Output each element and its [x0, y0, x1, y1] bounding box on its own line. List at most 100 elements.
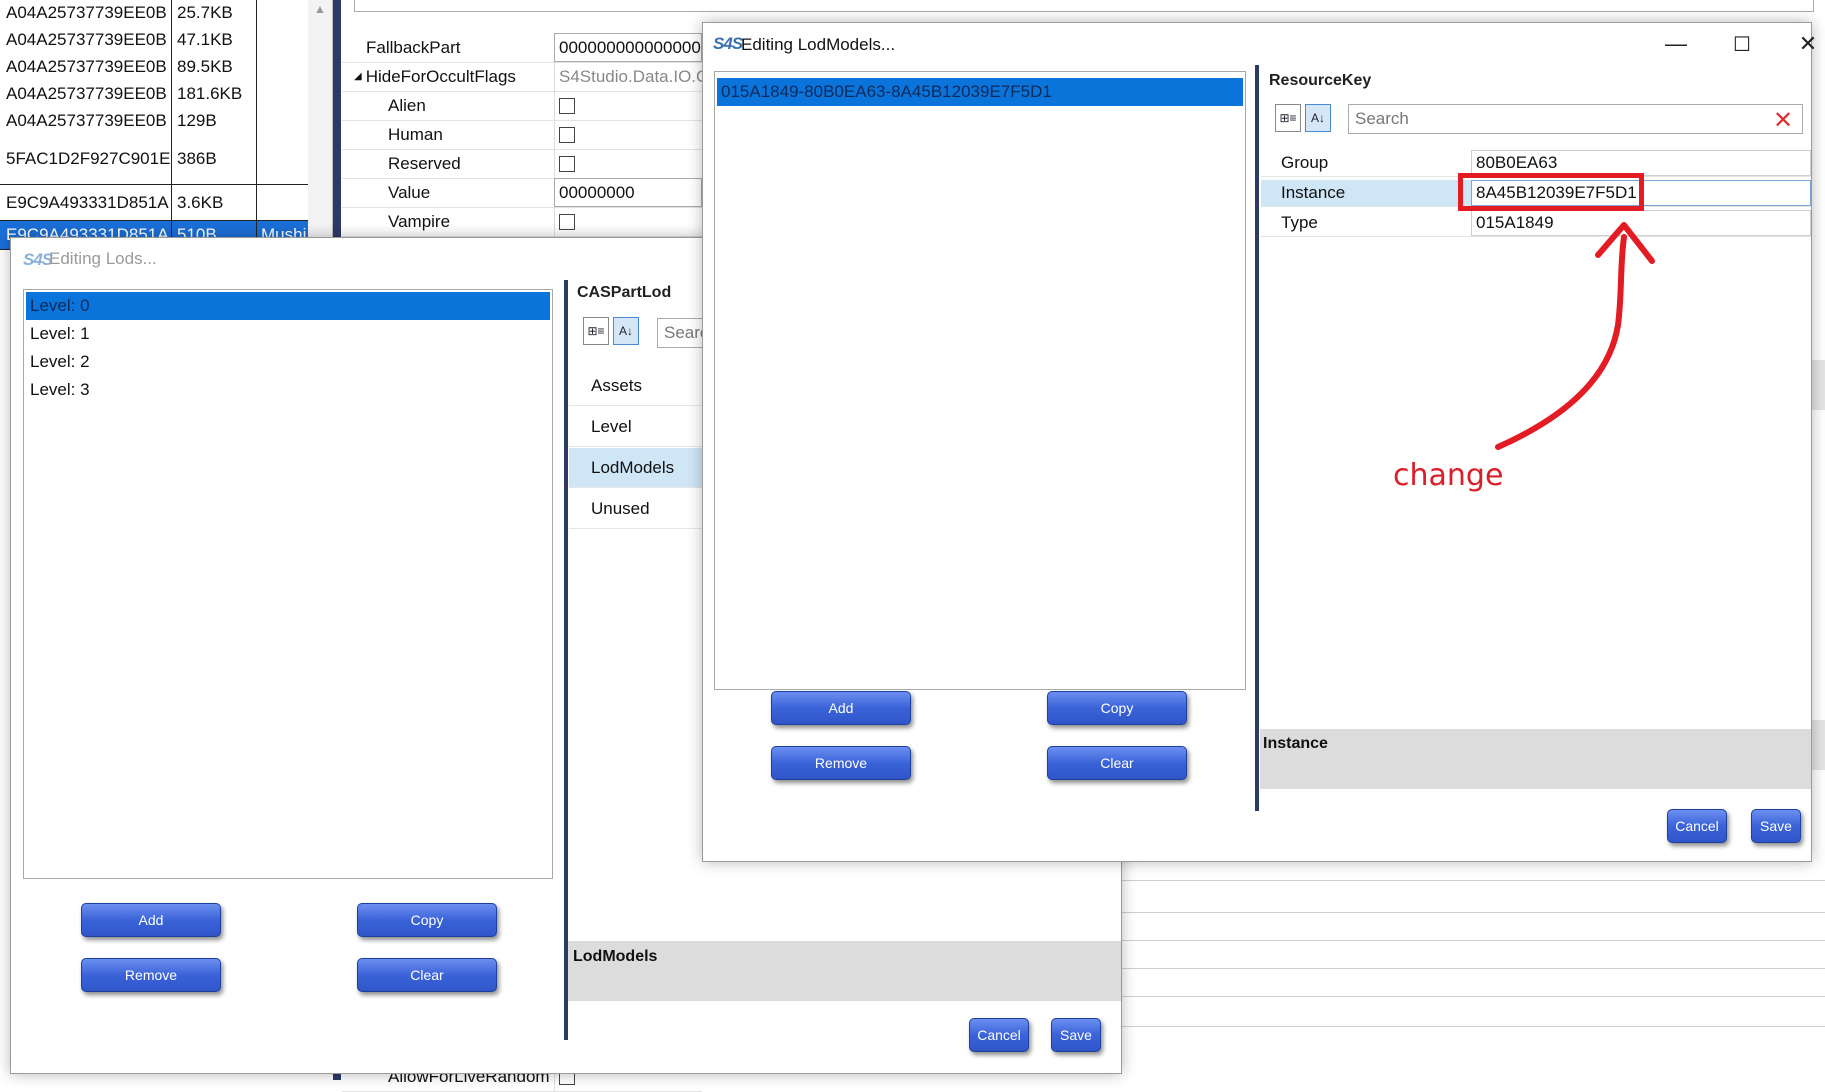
vampire-checkbox[interactable] [559, 213, 575, 230]
remove-button[interactable]: Remove [771, 746, 911, 780]
list-item[interactable]: Level: 2 [26, 348, 550, 376]
sort-alphabetical-icon[interactable]: A↓ [613, 317, 639, 345]
scroll-up-icon[interactable]: ▲ [314, 2, 326, 16]
property-name: Alien [388, 95, 426, 115]
category-unused[interactable]: Unused [569, 489, 719, 529]
resource-extra-cell [258, 80, 308, 107]
resource-size-cell: 3.6KB [173, 185, 257, 220]
property-row-hideforoccultflags[interactable]: ◢ HideForOccultFlags S4Studio.Data.IO.C [342, 62, 702, 92]
save-button[interactable]: Save [1751, 809, 1801, 843]
resource-extra-cell [258, 0, 308, 26]
resource-id-cell: A04A25737739EE0B [0, 26, 172, 53]
property-row-vampire[interactable]: Vampire [342, 207, 702, 237]
list-item[interactable]: 015A1849-80B0EA63-8A45B12039E7F5D1 [717, 78, 1243, 106]
copy-button[interactable]: Copy [357, 903, 497, 937]
property-name: Human [388, 124, 443, 144]
resource-id-cell: 5FAC1D2F927C901E [0, 134, 172, 184]
category-level[interactable]: Level [569, 407, 719, 447]
resource-table: A04A25737739EE0B 25.7KB A04A25737739EE0B… [0, 0, 309, 250]
property-row-reserved[interactable]: Reserved [342, 149, 702, 179]
property-search-input[interactable]: Search [354, 0, 1814, 12]
sort-alphabetical-icon[interactable]: A↓ [1305, 104, 1331, 132]
table-row[interactable]: A04A25737739EE0B 181.6KB [0, 80, 308, 108]
property-row-value[interactable]: Value 00000000 [342, 178, 702, 208]
resource-extra-cell [258, 107, 308, 134]
search-input[interactable]: Search [1348, 104, 1803, 134]
minimize-icon[interactable]: — [1645, 23, 1707, 65]
table-row[interactable]: A04A25737739EE0B 89.5KB [0, 53, 308, 81]
resource-size-cell: 129B [173, 107, 257, 134]
field-key: Type [1281, 213, 1318, 232]
table-row[interactable]: 5FAC1D2F927C901E 386B [0, 134, 308, 185]
remove-button[interactable]: Remove [81, 958, 221, 992]
list-item[interactable]: Level: 0 [26, 292, 550, 320]
resource-size-cell: 47.1KB [173, 26, 257, 53]
property-value[interactable]: 0000000000000000 [554, 33, 702, 62]
list-item[interactable]: Level: 1 [26, 320, 550, 348]
clear-button[interactable]: Clear [1047, 746, 1187, 780]
save-button[interactable]: Save [1051, 1018, 1101, 1052]
annotation-text: change [1393, 458, 1504, 493]
resource-extra-cell [258, 53, 308, 80]
resource-id-cell: A04A25737739EE0B [0, 80, 172, 107]
grid-line [1120, 1026, 1825, 1027]
property-name: Value [388, 182, 431, 202]
human-checkbox[interactable] [559, 126, 575, 143]
s4s-logo-icon: S4S [713, 34, 743, 53]
table-row[interactable]: E9C9A493331D851A 3.6KB [0, 185, 308, 221]
side-tab[interactable] [1812, 720, 1825, 770]
resource-size-cell: 89.5KB [173, 53, 257, 80]
close-icon[interactable]: ✕ [1777, 23, 1825, 65]
resource-extra-cell [258, 26, 308, 53]
description-title: Instance [1263, 735, 1328, 752]
clear-button[interactable]: Clear [357, 958, 497, 992]
table-row[interactable]: A04A25737739EE0B 47.1KB [0, 26, 308, 54]
property-row-fallbackpart[interactable]: FallbackPart 0000000000000000 [342, 33, 702, 63]
collapse-triangle-icon[interactable]: ◢ [354, 71, 362, 82]
description-title: LodModels [573, 948, 658, 965]
panel-divider [1255, 65, 1259, 811]
copy-button[interactable]: Copy [1047, 691, 1187, 725]
annotation-arrow-icon [1495, 222, 1655, 450]
list-item[interactable]: Level: 3 [26, 376, 550, 404]
property-name: Reserved [388, 153, 461, 173]
grid-line [1120, 880, 1825, 881]
category-assets[interactable]: Assets [569, 366, 719, 406]
reserved-checkbox[interactable] [559, 155, 575, 172]
side-tab[interactable] [1812, 360, 1825, 410]
clear-search-icon[interactable]: ✕ [1773, 106, 1793, 135]
grid-line [1120, 968, 1825, 969]
cancel-button[interactable]: Cancel [1667, 809, 1727, 843]
title-bar[interactable]: S4S Editing LodModels... — ☐ ✕ [703, 23, 1817, 65]
property-name: HideForOccultFlags [365, 66, 516, 86]
category-lodmodels[interactable]: LodModels [569, 448, 719, 488]
property-value: S4Studio.Data.IO.C [554, 62, 702, 91]
table-row[interactable]: A04A25737739EE0B 25.7KB [0, 0, 308, 27]
property-name: Vampire [388, 211, 451, 231]
resource-id-cell: A04A25737739EE0B [0, 53, 172, 80]
grid-line [1120, 940, 1825, 941]
add-button[interactable]: Add [771, 691, 911, 725]
dialog-title: Editing LodModels... [741, 35, 896, 54]
lods-list[interactable]: Level: 0 Level: 1 Level: 2 Level: 3 [23, 289, 553, 879]
resource-id-cell: E9C9A493331D851A [0, 185, 172, 220]
property-value[interactable]: 00000000 [554, 178, 702, 207]
field-key: Group [1281, 153, 1329, 172]
alien-checkbox[interactable] [559, 97, 575, 114]
resource-id-cell: A04A25737739EE0B [0, 0, 172, 26]
resource-size-cell: 25.7KB [173, 0, 257, 26]
property-name: FallbackPart [366, 37, 461, 57]
table-scrollbar[interactable]: ▲ [308, 0, 333, 240]
property-row-alien[interactable]: Alien [342, 91, 702, 121]
maximize-icon[interactable]: ☐ [1711, 23, 1773, 65]
resource-extra-cell [258, 185, 308, 220]
categorized-view-icon[interactable]: ⊞≡ [1275, 104, 1301, 132]
cancel-button[interactable]: Cancel [969, 1018, 1029, 1052]
add-button[interactable]: Add [81, 903, 221, 937]
resource-extra-cell [258, 134, 308, 184]
categorized-view-icon[interactable]: ⊞≡ [583, 317, 609, 345]
table-row[interactable]: A04A25737739EE0B 129B [0, 107, 308, 135]
panel-divider [564, 280, 568, 1040]
lodmodels-list[interactable]: 015A1849-80B0EA63-8A45B12039E7F5D1 [714, 71, 1246, 690]
property-row-human[interactable]: Human [342, 120, 702, 150]
